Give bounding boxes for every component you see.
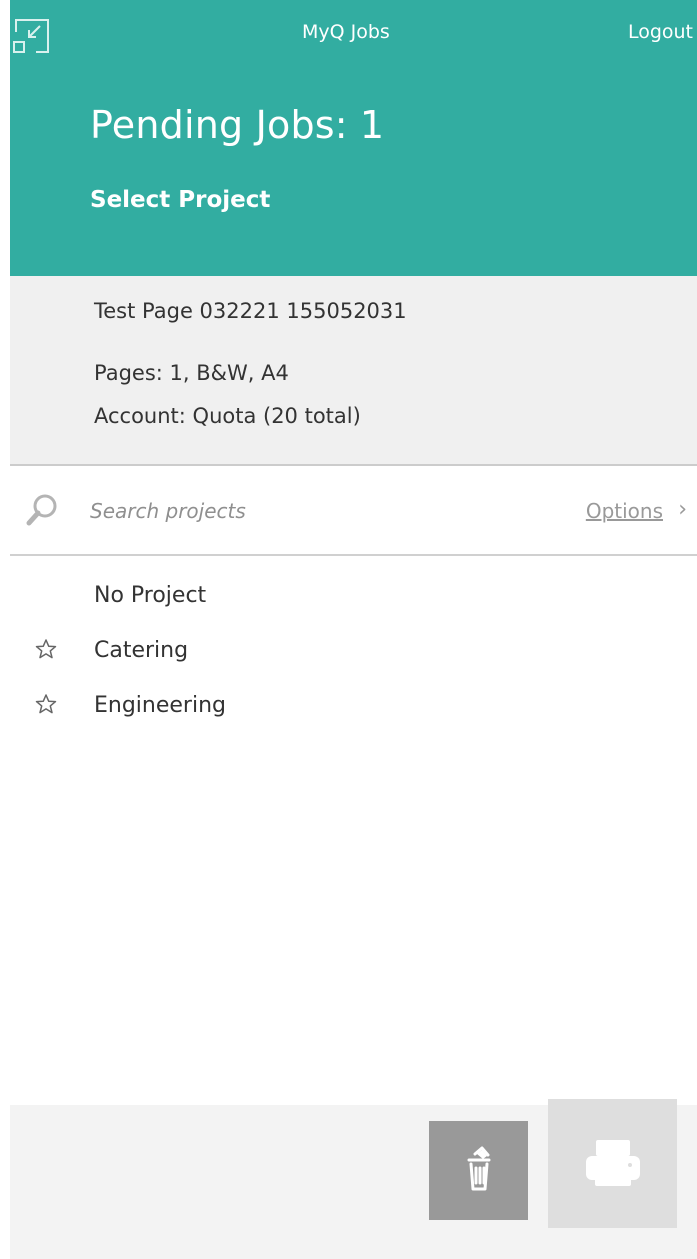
options-link[interactable]: Options [586,497,663,525]
myq-jobs-page: MyQ Jobs Logout Pending Jobs: 1 Select P… [0,0,697,1259]
minimize-button[interactable] [12,18,52,54]
project-item-engineering[interactable]: Engineering [0,678,697,734]
job-info-panel: Test Page 032221 155052031 Pages: 1, B&W… [10,276,697,466]
project-label: Catering [94,638,189,663]
print-job-button[interactable] [548,1099,677,1228]
job-account: Account: Quota (20 total) [94,404,361,428]
action-footer [10,1099,697,1259]
minimize-icon [13,19,49,53]
job-name: Test Page 032221 155052031 [94,299,407,323]
project-label: Engineering [94,693,226,718]
logout-link[interactable]: Logout [628,19,693,45]
project-label: No Project [94,583,207,608]
pending-jobs-count: 1 [359,103,385,147]
project-item-catering[interactable]: Catering [0,623,697,679]
app-title: MyQ Jobs [302,21,390,43]
trash-icon [467,1146,490,1190]
star-icon[interactable] [35,693,57,715]
pending-jobs-title: Pending Jobs: 1 [90,98,384,152]
search-icon [26,494,57,526]
chevron-right-icon[interactable]: › [678,496,687,524]
project-item-no-project[interactable]: No Project [0,568,697,624]
header: MyQ Jobs Logout Pending Jobs: 1 Select P… [10,0,697,276]
select-project-heading: Select Project [90,187,271,213]
pending-jobs-label: Pending Jobs: [90,103,348,147]
delete-job-button[interactable] [429,1121,528,1220]
star-icon[interactable] [35,638,57,660]
project-search-bar: Options › [10,466,697,556]
job-pages: Pages: 1, B&W, A4 [94,361,289,385]
printer-icon [585,1139,640,1186]
search-input[interactable] [90,493,530,529]
project-list: No Project Catering Engineering [0,556,697,776]
